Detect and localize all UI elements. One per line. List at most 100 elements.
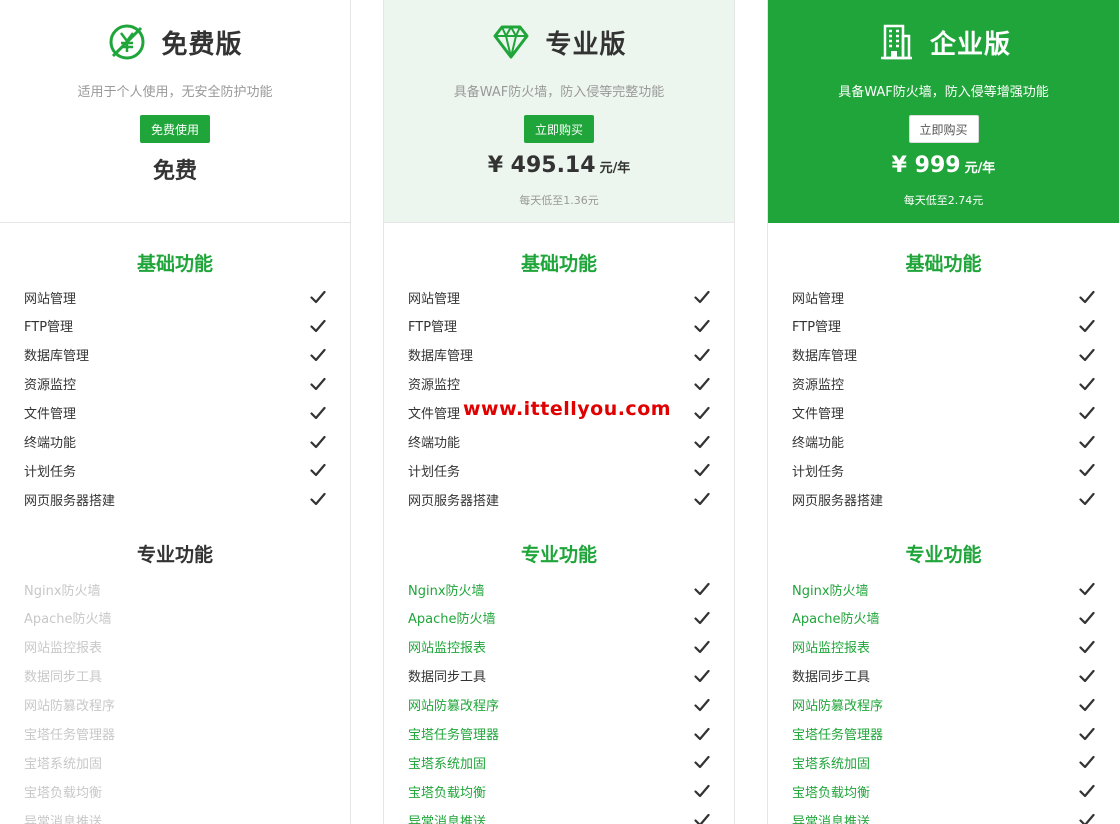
feature-row: Nginx防火墙 <box>24 579 326 599</box>
feature-label: 宝塔负载均衡 <box>408 785 487 801</box>
feature-row: 宝塔负载均衡 <box>792 781 1095 801</box>
check-icon <box>310 319 326 333</box>
feature-label: 网站监控报表 <box>24 641 103 657</box>
feature-label: 网站防篡改程序 <box>408 699 500 715</box>
check-icon <box>694 582 710 596</box>
section-title-basic: 基础功能 <box>905 253 982 275</box>
building-icon <box>876 22 916 62</box>
check-icon <box>694 755 710 769</box>
check-icon <box>310 463 326 477</box>
feature-label: FTP管理 <box>408 320 458 336</box>
feature-label: 异常消息推送 <box>24 814 103 824</box>
feature-row: 网站防篡改程序 <box>408 695 710 715</box>
feature-row: 网站防篡改程序 <box>792 695 1095 715</box>
check-icon <box>694 406 710 420</box>
feature-label: 终端功能 <box>408 436 461 451</box>
free-use-button[interactable]: 免费使用 <box>139 115 211 143</box>
feature-label: 网页服务器搭建 <box>24 493 116 509</box>
price-unit: 元/年 <box>964 161 996 176</box>
feature-row: 宝塔系统加固 <box>408 752 710 772</box>
check-icon <box>1079 755 1095 769</box>
check-icon <box>1079 290 1095 304</box>
feature-row: 数据同步工具 <box>408 666 710 686</box>
feature-label: Apache防火墙 <box>792 612 880 628</box>
feature-row: 宝塔负载均衡 <box>408 781 710 801</box>
feature-label: 异常消息推送 <box>792 814 871 824</box>
price-unit: 元/年 <box>599 161 631 176</box>
feature-label: 文件管理 <box>24 407 77 423</box>
feature-row: 文件管理 <box>24 403 326 423</box>
check-icon <box>694 377 710 391</box>
check-icon <box>1079 813 1095 824</box>
check-icon <box>310 377 326 391</box>
plan-description: 具备WAF防火墙，防入侵等增强功能 <box>838 85 1049 100</box>
check-icon <box>694 435 710 449</box>
feature-label: 资源监控 <box>408 378 461 394</box>
feature-row: 终端功能 <box>408 432 710 452</box>
check-icon <box>694 290 710 304</box>
section-title-pro: 专业功能 <box>520 544 597 566</box>
feature-row: 网站监控报表 <box>408 637 710 657</box>
check-icon <box>1079 611 1095 625</box>
check-icon <box>694 611 710 625</box>
feature-label: 网页服务器搭建 <box>408 493 500 509</box>
check-icon <box>310 348 326 362</box>
check-icon <box>694 727 710 741</box>
no-yuan-icon <box>107 22 147 62</box>
check-icon <box>694 348 710 362</box>
check-icon <box>1079 377 1095 391</box>
feature-row: 数据同步工具 <box>24 666 326 686</box>
feature-row: FTP管理 <box>792 316 1095 336</box>
feature-row: 网站管理 <box>408 287 710 307</box>
feature-label: 网页服务器搭建 <box>792 493 884 509</box>
feature-row: 网页服务器搭建 <box>792 489 1095 509</box>
feature-row: 网站监控报表 <box>792 637 1095 657</box>
feature-row: FTP管理 <box>24 316 326 336</box>
check-icon <box>310 406 326 420</box>
feature-row: 异常消息推送 <box>792 810 1095 824</box>
feature-label: 终端功能 <box>24 436 77 451</box>
check-icon <box>1079 319 1095 333</box>
feature-row: 数据库管理 <box>792 345 1095 365</box>
check-icon <box>1079 698 1095 712</box>
feature-row: 网页服务器搭建 <box>408 489 710 509</box>
check-icon <box>1079 492 1095 506</box>
check-icon <box>1079 406 1095 420</box>
check-icon <box>694 813 710 824</box>
plan-price: ¥ 495.14 元/年 <box>384 153 734 178</box>
feature-row: Nginx防火墙 <box>408 579 710 599</box>
check-icon <box>694 784 710 798</box>
feature-label: 计划任务 <box>792 464 845 480</box>
section-title-pro: 专业功能 <box>136 544 213 566</box>
check-icon <box>1079 669 1095 683</box>
feature-label: Apache防火墙 <box>24 612 112 628</box>
buy-now-button-enterprise[interactable]: 立即购买 <box>908 115 979 143</box>
feature-label: 网站管理 <box>24 291 77 307</box>
feature-row: 宝塔系统加固 <box>24 752 326 772</box>
check-icon <box>310 435 326 449</box>
feature-label: 文件管理 <box>408 407 461 423</box>
feature-row: 宝塔任务管理器 <box>792 724 1095 744</box>
feature-label: 数据同步工具 <box>408 670 487 686</box>
feature-row: 宝塔负载均衡 <box>24 781 326 801</box>
check-icon <box>694 640 710 654</box>
feature-row: Apache防火墙 <box>408 608 710 628</box>
plan-header-enterprise: 企业版 具备WAF防火墙，防入侵等增强功能 立即购买 ¥ 999 元/年 每天低至… <box>768 0 1119 223</box>
feature-label: 宝塔任务管理器 <box>408 728 500 743</box>
feature-row: 异常消息推送 <box>24 810 326 824</box>
feature-row: Nginx防火墙 <box>792 579 1095 599</box>
feature-label: Nginx防火墙 <box>792 583 869 599</box>
feature-row: 资源监控 <box>408 374 710 394</box>
daily-price: 每天低至2.74元 <box>903 194 984 207</box>
feature-row: 资源监控 <box>24 374 326 394</box>
buy-now-button-pro[interactable]: 立即购买 <box>523 115 595 143</box>
daily-price: 每天低至1.36元 <box>519 194 599 207</box>
feature-label: 宝塔系统加固 <box>24 756 103 772</box>
feature-label: 宝塔任务管理器 <box>24 728 116 743</box>
feature-row: 网站管理 <box>792 287 1095 307</box>
feature-row: 数据同步工具 <box>792 666 1095 686</box>
section-title-basic: 基础功能 <box>136 253 213 275</box>
section-title-basic: 基础功能 <box>520 253 597 275</box>
check-icon <box>694 698 710 712</box>
feature-label: Nginx防火墙 <box>24 583 101 599</box>
